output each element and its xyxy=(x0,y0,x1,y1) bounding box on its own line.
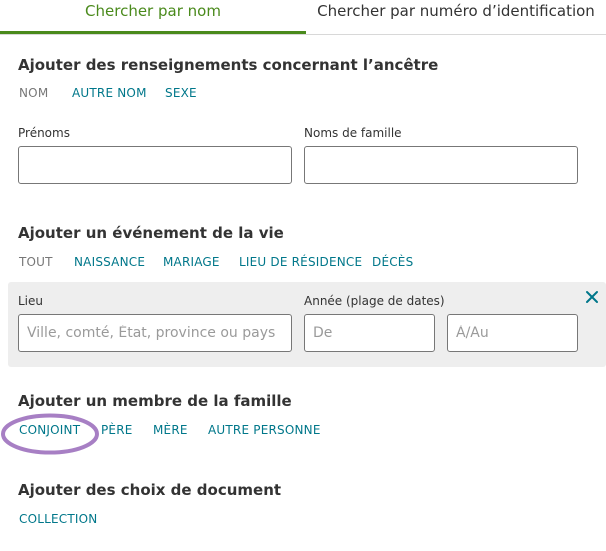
tab-search-by-name[interactable]: Chercher par nom xyxy=(0,0,306,34)
event-residence[interactable]: LIEU DE RÉSIDENCE xyxy=(239,255,362,269)
tab-search-by-id[interactable]: Chercher par numéro d’identification xyxy=(306,0,606,31)
year-to-input[interactable] xyxy=(447,314,578,352)
record-collection[interactable]: COLLECTION xyxy=(19,512,97,526)
family-section-title: Ajouter un membre de la famille xyxy=(18,392,292,410)
option-name[interactable]: NOM xyxy=(19,86,48,100)
last-names-input[interactable] xyxy=(304,146,578,184)
option-sex[interactable]: SEXE xyxy=(165,86,197,100)
close-icon[interactable] xyxy=(585,290,599,304)
search-tabs: Chercher par nom Chercher par numéro d’i… xyxy=(0,0,606,35)
event-birth[interactable]: NAISSANCE xyxy=(74,255,145,269)
first-names-label: Prénoms xyxy=(18,126,70,140)
life-event-section-title: Ajouter un événement de la vie xyxy=(18,224,284,242)
family-father[interactable]: PÈRE xyxy=(101,423,133,437)
year-range-label: Année (plage de dates) xyxy=(304,294,445,308)
first-names-input[interactable] xyxy=(18,146,292,184)
family-mother[interactable]: MÈRE xyxy=(153,423,188,437)
place-label: Lieu xyxy=(18,294,44,308)
family-spouse[interactable]: CONJOINT xyxy=(19,423,80,437)
option-other-name[interactable]: AUTRE NOM xyxy=(72,86,147,100)
event-marriage[interactable]: MARIAGE xyxy=(163,255,220,269)
records-section-title: Ajouter des choix de document xyxy=(18,481,282,499)
place-input[interactable] xyxy=(18,314,292,352)
event-death[interactable]: DÉCÈS xyxy=(372,255,413,269)
last-names-label: Noms de famille xyxy=(304,126,402,140)
year-from-input[interactable] xyxy=(304,314,435,352)
family-other-person[interactable]: AUTRE PERSONNE xyxy=(208,423,321,437)
event-all[interactable]: TOUT xyxy=(19,255,53,269)
ancestor-section-title: Ajouter des renseignements concernant l’… xyxy=(18,56,439,74)
